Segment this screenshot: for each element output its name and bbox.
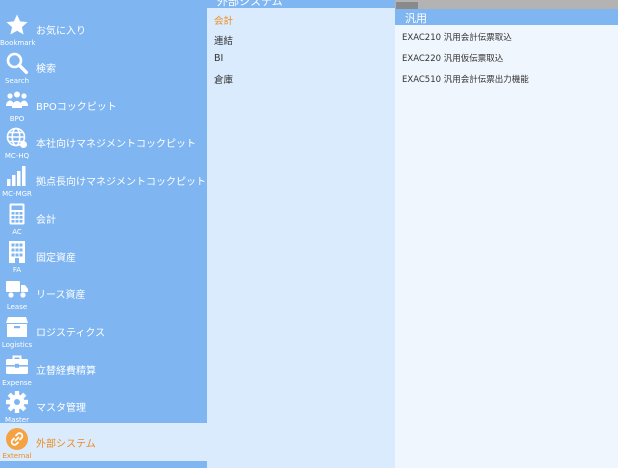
sidebar-item-label: 立替経費精算 — [36, 366, 96, 377]
sidebar-item-label: リース資産 — [36, 290, 86, 301]
link-icon — [5, 427, 29, 451]
sidebar-item-label: 固定資産 — [36, 253, 76, 264]
sidebar-item-master[interactable]: Master マスタ管理 — [0, 389, 207, 427]
submenu-item-accounting[interactable]: 会計 — [214, 13, 233, 27]
calculator-icon — [5, 202, 29, 226]
star-icon — [5, 13, 29, 37]
function-item-exac220[interactable]: EXAC220 汎用仮伝票取込 — [402, 52, 503, 64]
truck-icon — [5, 277, 29, 301]
sidebar-item-label: 本社向けマネジメントコックピット — [36, 139, 196, 150]
sidebar-item-label: 検索 — [36, 64, 56, 75]
function-panel — [395, 0, 618, 468]
building-icon — [5, 240, 29, 264]
sidebar-item-bookmark[interactable]: Bookmark お気に入り — [0, 12, 207, 50]
function-group-title: 汎用 — [405, 12, 427, 25]
sidebar-item-search[interactable]: Search 検索 — [0, 50, 207, 88]
main-sidebar: Bookmark お気に入り Search 検索 BPO BPOコックピット M… — [0, 0, 207, 468]
function-group-header: 汎用 — [395, 9, 618, 25]
sidebar-item-caption: BPO — [9, 115, 25, 123]
sidebar-item-caption: Expense — [2, 379, 32, 387]
submenu-header: 外部システム — [207, 0, 395, 8]
function-item-exac210[interactable]: EXAC210 汎用会計伝票取込 — [402, 31, 512, 43]
globe-icon — [5, 126, 29, 150]
sidebar-item-mc-mgr[interactable]: MC-MGR 拠点長向けマネジメントコックピット — [0, 163, 207, 201]
sidebar-item-logistics[interactable]: Logistics ロジスティクス — [0, 314, 207, 352]
sidebar-item-caption: Logistics — [1, 341, 33, 349]
function-panel-topbar — [395, 0, 618, 9]
submenu-item-warehouse[interactable]: 倉庫 — [214, 72, 233, 86]
submenu-item-consolidation[interactable]: 連結 — [214, 33, 233, 47]
sidebar-item-caption: MC-HQ — [4, 152, 30, 160]
sidebar-item-caption: Search — [4, 77, 30, 85]
submenu-title: 外部システム — [217, 0, 283, 8]
sidebar-footer-strip — [0, 461, 207, 468]
sidebar-item-ac[interactable]: AC 会計 — [0, 201, 207, 239]
sidebar-item-bpo[interactable]: BPO BPOコックピット — [0, 88, 207, 126]
function-item-exac510[interactable]: EXAC510 汎用会計伝票出力機能 — [402, 73, 529, 85]
sidebar-item-label: 拠点長向けマネジメントコックピット — [36, 177, 206, 188]
sidebar-item-external[interactable]: External 外部システム — [0, 423, 207, 463]
sidebar-item-caption: FA — [12, 266, 22, 274]
box-icon — [5, 315, 29, 339]
sidebar-item-label: 会計 — [36, 215, 56, 226]
briefcase-icon — [5, 353, 29, 377]
sidebar-item-caption: Bookmark — [0, 39, 36, 47]
submenu-item-bi[interactable]: BI — [214, 53, 223, 64]
sidebar-item-fa[interactable]: FA 固定資産 — [0, 239, 207, 277]
gear-icon — [5, 390, 29, 414]
sidebar-item-label: ロジスティクス — [36, 328, 106, 339]
scroll-handle[interactable] — [396, 2, 418, 9]
sidebar-item-caption: AC — [12, 228, 22, 236]
search-icon — [5, 51, 29, 75]
sidebar-item-label: BPOコックピット — [36, 102, 117, 113]
sidebar-item-mc-hq[interactable]: MC-HQ 本社向けマネジメントコックピット — [0, 125, 207, 163]
people-icon — [5, 89, 29, 113]
sidebar-item-label: マスタ管理 — [36, 403, 86, 414]
sidebar-item-expense[interactable]: Expense 立替経費精算 — [0, 352, 207, 390]
bar-chart-icon — [5, 164, 29, 188]
sidebar-item-caption: Lease — [6, 303, 28, 311]
sidebar-item-label: 外部システム — [36, 439, 96, 450]
sidebar-item-label: お気に入り — [36, 26, 86, 37]
sidebar-item-caption: External — [2, 452, 32, 460]
sidebar-item-caption: MC-MGR — [2, 190, 32, 198]
sidebar-item-lease[interactable]: Lease リース資産 — [0, 276, 207, 314]
submenu-panel — [207, 0, 395, 468]
